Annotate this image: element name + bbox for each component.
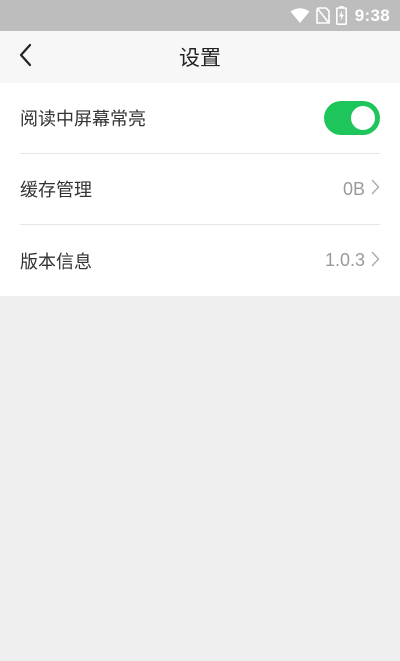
toggle-knob [351,106,375,130]
version-info-label: 版本信息 [20,251,92,273]
wifi-icon [290,7,310,24]
chevron-right-icon [371,179,380,199]
chevron-left-icon [18,43,34,71]
version-info-right: 1.0.3 [325,250,380,271]
status-time: 9:38 [354,5,390,25]
cache-size-value: 0B [342,178,365,199]
page-title: 设置 [179,46,221,70]
back-button[interactable] [8,39,44,75]
no-sim-icon [315,7,330,24]
status-bar: 9:38 [0,0,400,31]
keep-screen-on-toggle[interactable] [324,101,380,135]
version-value: 1.0.3 [324,250,365,270]
cache-management-label: 缓存管理 [20,180,92,201]
chevron-right-icon [371,251,380,271]
cache-management-row[interactable]: 缓存管理 0B [20,154,380,225]
keep-screen-on-row: 阅读中屏幕常亮 [20,83,380,154]
cache-management-right: 0B [343,179,380,200]
title-bar: 设置 [0,31,400,83]
battery-charging-icon [335,6,347,25]
version-info-row[interactable]: 版本信息 1.0.3 [20,225,380,296]
keep-screen-on-label: 阅读中屏幕常亮 [20,109,146,130]
settings-list: 阅读中屏幕常亮 缓存管理 0B 版本信息 1.0.3 [0,83,400,296]
